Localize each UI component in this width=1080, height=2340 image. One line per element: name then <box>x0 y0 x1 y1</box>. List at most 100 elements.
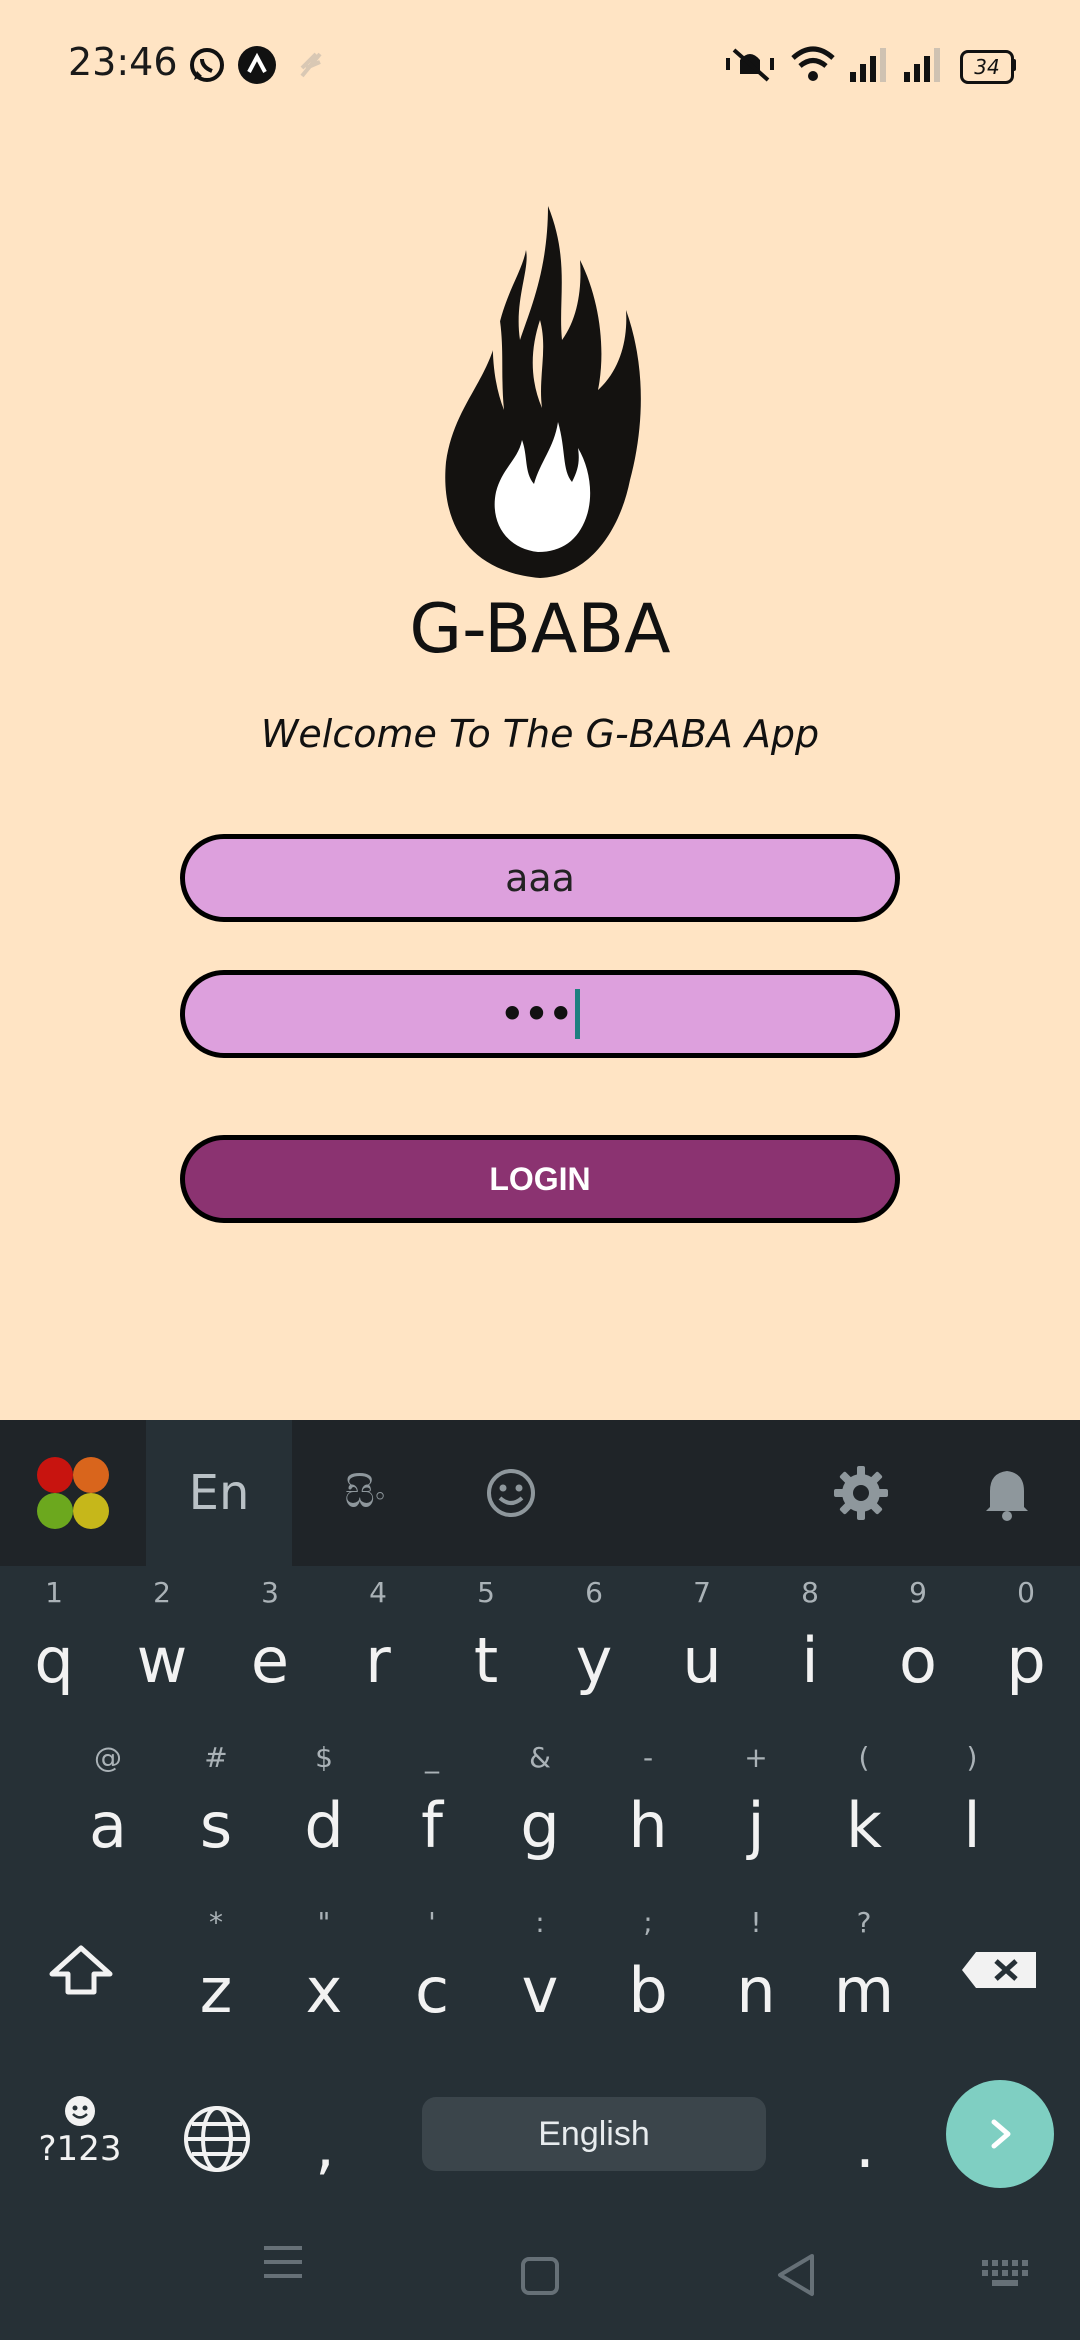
key-label: j <box>747 1788 765 1862</box>
shift-key[interactable] <box>26 1905 136 2035</box>
language-key[interactable] <box>176 2098 258 2180</box>
app-icon <box>238 46 276 84</box>
key-t[interactable]: 5t <box>432 1570 540 1720</box>
key-hint: : <box>535 1906 545 1939</box>
tab-sinhala[interactable]: සිං <box>292 1420 438 1566</box>
battery-icon: 34 <box>960 50 1014 84</box>
key-e[interactable]: 3e <box>216 1570 324 1720</box>
emoji-button[interactable] <box>438 1420 584 1566</box>
key-label: n <box>736 1953 776 2027</box>
key-x[interactable]: " x <box>270 1900 378 2050</box>
key-hint: 8 <box>801 1576 819 1609</box>
key-hint: ? <box>856 1906 872 1939</box>
key-hint: 3 <box>261 1576 279 1609</box>
backspace-key[interactable] <box>950 1935 1050 2005</box>
backspace-icon <box>962 1952 1036 1988</box>
login-button[interactable]: LOGIN <box>180 1135 900 1223</box>
flame-logo-icon <box>445 206 641 578</box>
bell-icon <box>986 1471 1028 1521</box>
symbols-label: ?123 <box>38 2129 122 2169</box>
notifications-button[interactable] <box>934 1420 1080 1566</box>
key-u[interactable]: 7u <box>648 1570 756 1720</box>
key-label: u <box>682 1623 722 1697</box>
username-input[interactable] <box>185 855 895 901</box>
key-l[interactable]: ) l <box>918 1735 1026 1885</box>
key-label: l <box>963 1788 981 1862</box>
key-hint: 1 <box>45 1576 63 1609</box>
key-hint: @ <box>94 1741 122 1774</box>
app-launcher-button[interactable] <box>0 1420 146 1566</box>
username-field[interactable] <box>180 834 900 922</box>
key-v[interactable]: :v <box>486 1900 594 2050</box>
key-b[interactable]: ; b <box>594 1900 702 2050</box>
back-nav-icon[interactable] <box>776 2252 816 2298</box>
space-key[interactable]: English <box>422 2097 766 2171</box>
gear-icon <box>834 1466 888 1520</box>
menu-nav-icon[interactable] <box>262 2244 304 2280</box>
key-d[interactable]: $ d <box>270 1735 378 1885</box>
key-s[interactable]: # s <box>162 1735 270 1885</box>
key-hint: ' <box>428 1906 436 1939</box>
comma-key[interactable]: , <box>270 2075 380 2185</box>
key-hint: & <box>529 1741 551 1774</box>
key-h[interactable]: -h <box>594 1735 702 1885</box>
key-label: f <box>421 1788 443 1862</box>
key-hint: 0 <box>1017 1576 1035 1609</box>
settings-button[interactable] <box>788 1420 934 1566</box>
key-label: m <box>833 1953 895 2027</box>
key-m[interactable]: ? m <box>810 1900 918 2050</box>
key-hint: ( <box>858 1741 870 1774</box>
key-label: g <box>520 1788 560 1862</box>
key-i[interactable]: 8i <box>756 1570 864 1720</box>
key-label: i <box>801 1623 819 1697</box>
key-j[interactable]: + j <box>702 1735 810 1885</box>
password-field[interactable]: ••• <box>180 970 900 1058</box>
signal-icon-2 <box>904 48 940 82</box>
emoji-icon <box>487 1469 535 1517</box>
key-hint: _ <box>425 1741 439 1774</box>
key-f[interactable]: _ f <box>378 1735 486 1885</box>
key-hint: + <box>744 1741 768 1774</box>
key-hint: $ <box>315 1741 333 1774</box>
key-hint: " <box>317 1906 331 1939</box>
key-hint: ; <box>643 1906 653 1939</box>
key-label: a <box>89 1788 127 1862</box>
key-r[interactable]: 4r <box>324 1570 432 1720</box>
key-w[interactable]: 2w <box>108 1570 216 1720</box>
key-hint: - <box>642 1741 654 1774</box>
keyboard-toolbar: En සිං <box>0 1420 1080 1566</box>
key-n[interactable]: ! n <box>702 1900 810 2050</box>
key-p[interactable]: 0p <box>972 1570 1080 1720</box>
status-time: 23:46 <box>68 40 178 84</box>
enter-key[interactable] <box>946 2080 1054 2188</box>
key-z[interactable]: * z <box>162 1900 270 2050</box>
wifi-icon <box>791 46 835 81</box>
key-k[interactable]: (k <box>810 1735 918 1885</box>
key-label: w <box>136 1623 188 1697</box>
home-nav-icon[interactable] <box>520 2256 560 2296</box>
battery-level: 34 <box>974 55 1000 79</box>
sync-icon <box>300 52 322 78</box>
key-y[interactable]: 6y <box>540 1570 648 1720</box>
key-o[interactable]: 9o <box>864 1570 972 1720</box>
tab-english[interactable]: En <box>146 1420 292 1566</box>
key-a[interactable]: @ a <box>54 1735 162 1885</box>
smiley-icon <box>65 2096 95 2126</box>
keyboard-nav-icon[interactable] <box>980 2258 1030 2288</box>
key-hint: # <box>204 1741 228 1774</box>
key-label: p <box>1006 1623 1046 1697</box>
globe-icon <box>184 2106 250 2172</box>
key-c[interactable]: ' c <box>378 1900 486 2050</box>
welcome-text: Welcome To The G-BABA App <box>260 712 820 756</box>
key-g[interactable]: & g <box>486 1735 594 1885</box>
shift-icon <box>49 1945 113 1995</box>
key-label: b <box>628 1953 668 2027</box>
password-input[interactable]: ••• <box>500 992 573 1036</box>
key-q[interactable]: 1q <box>0 1570 108 1720</box>
key-hint: * <box>209 1906 223 1939</box>
key-label: h <box>628 1788 668 1862</box>
whatsapp-icon <box>190 48 224 82</box>
symbols-key[interactable]: ?123 <box>30 2095 130 2195</box>
period-key[interactable]: . <box>810 2075 920 2185</box>
signal-icon <box>850 48 886 82</box>
